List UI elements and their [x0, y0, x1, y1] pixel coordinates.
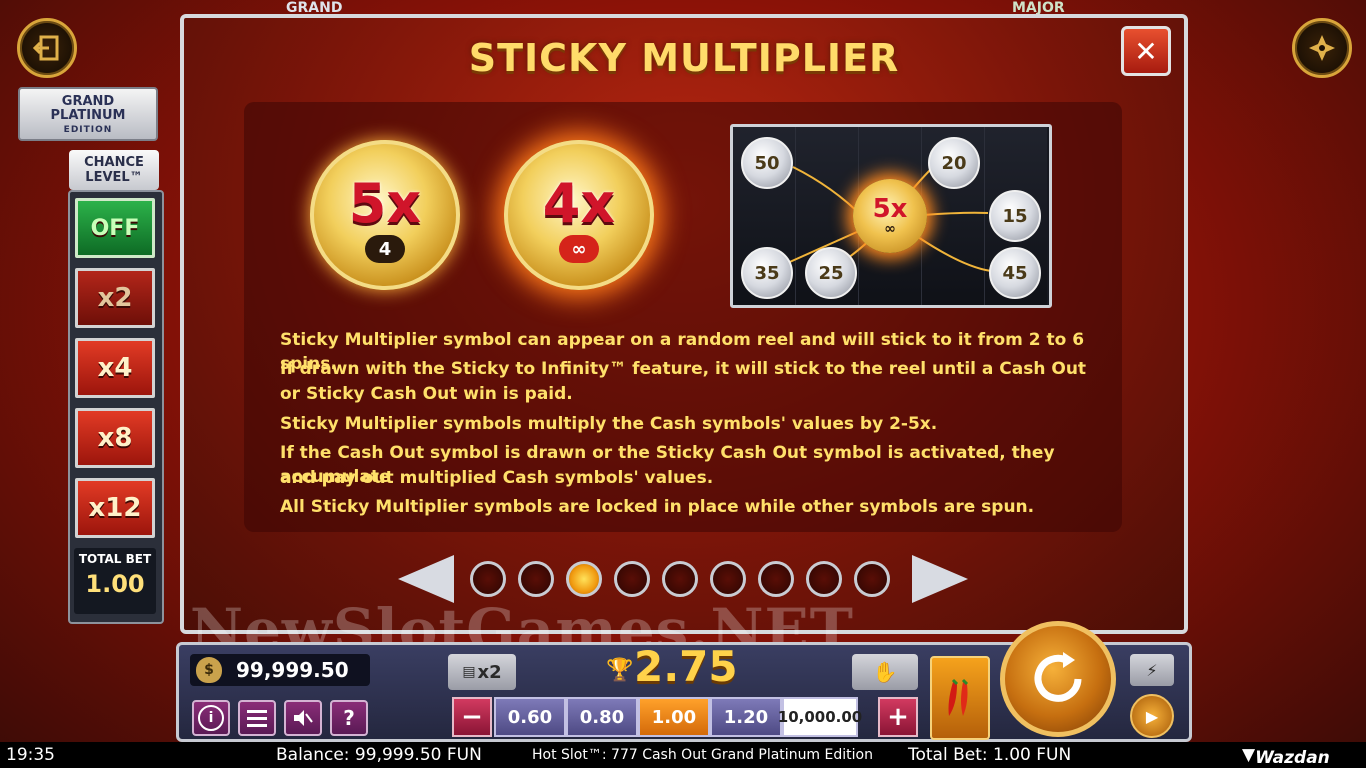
- page-dot[interactable]: [662, 561, 698, 597]
- description-line: All Sticky Multiplier symbols are locked…: [280, 497, 1035, 517]
- page-dot[interactable]: [470, 561, 506, 597]
- cash-coin: 15: [989, 190, 1041, 242]
- coin-spins-badge: 4: [365, 235, 405, 263]
- infinity-badge: ∞: [559, 235, 599, 263]
- chance-level-panel: OFF x2 x4 x8 x12 TOTAL BET 1.00: [68, 190, 164, 624]
- gamble-button[interactable]: ✋: [852, 654, 918, 690]
- edition-line-1: GRAND: [61, 94, 115, 109]
- bet-option-selected[interactable]: 1.00: [638, 697, 710, 737]
- multiplier-coin-infinity: ∞: [884, 221, 896, 237]
- total-bet-box: TOTAL BET 1.00: [74, 548, 156, 614]
- info-button[interactable]: i: [192, 700, 230, 736]
- turbo-button[interactable]: ⚡: [1130, 654, 1174, 686]
- chance-x8-button[interactable]: x8: [75, 408, 155, 468]
- autoplay-button[interactable]: ▶: [1130, 694, 1174, 738]
- balance-value: 99,999.50: [236, 658, 349, 682]
- clock: 19:35: [6, 745, 55, 765]
- cash-coin: 35: [741, 247, 793, 299]
- description-line: and pay out multiplied Cash symbols' val…: [280, 468, 714, 488]
- dialog-title: STICKY MULTIPLIER: [468, 36, 900, 80]
- bet-option[interactable]: 1.20: [710, 697, 782, 737]
- multiplier-coin: 5x ∞: [853, 179, 927, 253]
- total-bet-value: 1.00: [85, 570, 145, 598]
- info-icon: i: [198, 705, 224, 731]
- bet-increase-button[interactable]: +: [878, 697, 918, 737]
- sticky-multiplier-coin: 5x 4: [310, 140, 460, 290]
- chance-label-line-2: LEVEL™: [85, 170, 143, 185]
- total-bet-label: TOTAL BET: [78, 552, 152, 566]
- mute-icon: [294, 710, 313, 726]
- close-button[interactable]: ✕: [1121, 26, 1171, 76]
- chance-x2-button[interactable]: x2: [75, 268, 155, 328]
- turbo-icon: ⚡: [1146, 660, 1158, 680]
- page-dot[interactable]: [518, 561, 554, 597]
- chili-feature-button[interactable]: [930, 656, 990, 740]
- status-total-bet: Total Bet: 1.00 FUN: [908, 745, 1072, 765]
- status-bar: 19:35 Balance: 99,999.50 FUN Hot Slot™: …: [0, 742, 1366, 768]
- description-line: Sticky Multiplier symbols multiply the C…: [280, 414, 938, 434]
- edition-line-3: EDITION: [63, 125, 113, 135]
- chance-x12-button[interactable]: x12: [75, 478, 155, 538]
- chili-icon: [948, 678, 969, 716]
- page-dot[interactable]: [758, 561, 794, 597]
- play-icon: ▶: [1145, 706, 1159, 726]
- status-balance: Balance: 99,999.50 FUN: [276, 745, 482, 765]
- page-dot[interactable]: [854, 561, 890, 597]
- cash-coin: 45: [989, 247, 1041, 299]
- menu-icon: [247, 710, 267, 727]
- trophy-icon: 🏆: [606, 658, 634, 683]
- brand-name: Wazdan: [1255, 748, 1330, 768]
- bet-option[interactable]: 0.80: [566, 697, 638, 737]
- wazdan-logo: ▼ Wazdan: [1242, 745, 1330, 768]
- chance-off-button[interactable]: OFF: [75, 198, 155, 258]
- exit-button[interactable]: [17, 18, 77, 78]
- coin-multiplier-text: 4x: [542, 172, 616, 235]
- page-dot-active[interactable]: [566, 561, 602, 597]
- game-title: Hot Slot™: 777 Cash Out Grand Platinum E…: [532, 747, 873, 763]
- balance-display: $ 99,999.50: [190, 654, 370, 686]
- page-indicator: [470, 561, 890, 597]
- page-dot[interactable]: [710, 561, 746, 597]
- help-button[interactable]: ?: [330, 700, 368, 736]
- spin-button[interactable]: [1000, 621, 1116, 737]
- cash-coin: 50: [741, 137, 793, 189]
- page-dot[interactable]: [614, 561, 650, 597]
- next-page-arrow[interactable]: [912, 555, 968, 603]
- sticky-infinity-coin: 4x ∞: [504, 140, 654, 290]
- chance-label-line-1: CHANCE: [84, 155, 144, 170]
- cash-coin: 25: [805, 247, 857, 299]
- cash-coin: 20: [928, 137, 980, 189]
- description-line: or Sticky Cash Out win is paid.: [280, 384, 573, 404]
- bet-decrease-button[interactable]: −: [452, 697, 492, 737]
- chance-x4-button[interactable]: x4: [75, 338, 155, 398]
- spin-icon: [1034, 652, 1082, 702]
- chance-level-label: CHANCE LEVEL™: [69, 150, 159, 190]
- bet-option[interactable]: 0.60: [494, 697, 566, 737]
- win-value: 2.75: [634, 642, 738, 691]
- edition-badge: GRAND PLATINUM EDITION: [18, 87, 158, 141]
- bet-selector: 0.60 0.80 1.00 1.20 10,000.00: [494, 697, 862, 737]
- double-button[interactable]: ▤ x2: [448, 654, 516, 690]
- bet-option-max[interactable]: 10,000.00: [778, 697, 862, 737]
- exit-icon: [33, 35, 59, 61]
- menu-button[interactable]: [238, 700, 276, 736]
- double-label: x2: [477, 661, 502, 683]
- stack-icon: ▤: [462, 664, 476, 680]
- page-dot[interactable]: [806, 561, 842, 597]
- hand-icon: ✋: [872, 660, 898, 684]
- money-bag-icon: $: [196, 657, 222, 683]
- close-icon: ✕: [1134, 34, 1158, 68]
- coin-multiplier-text: 5x: [348, 172, 422, 235]
- description-line: If drawn with the Sticky to Infinity™ fe…: [280, 359, 1087, 379]
- plus-cross-icon: [1309, 35, 1335, 61]
- sound-button[interactable]: [284, 700, 322, 736]
- multiplier-coin-value: 5x: [872, 194, 908, 224]
- reel-illustration: 50 20 15 35 25 45 5x ∞: [730, 124, 1052, 308]
- edition-line-2: PLATINUM: [50, 108, 126, 123]
- settings-button[interactable]: [1292, 18, 1352, 78]
